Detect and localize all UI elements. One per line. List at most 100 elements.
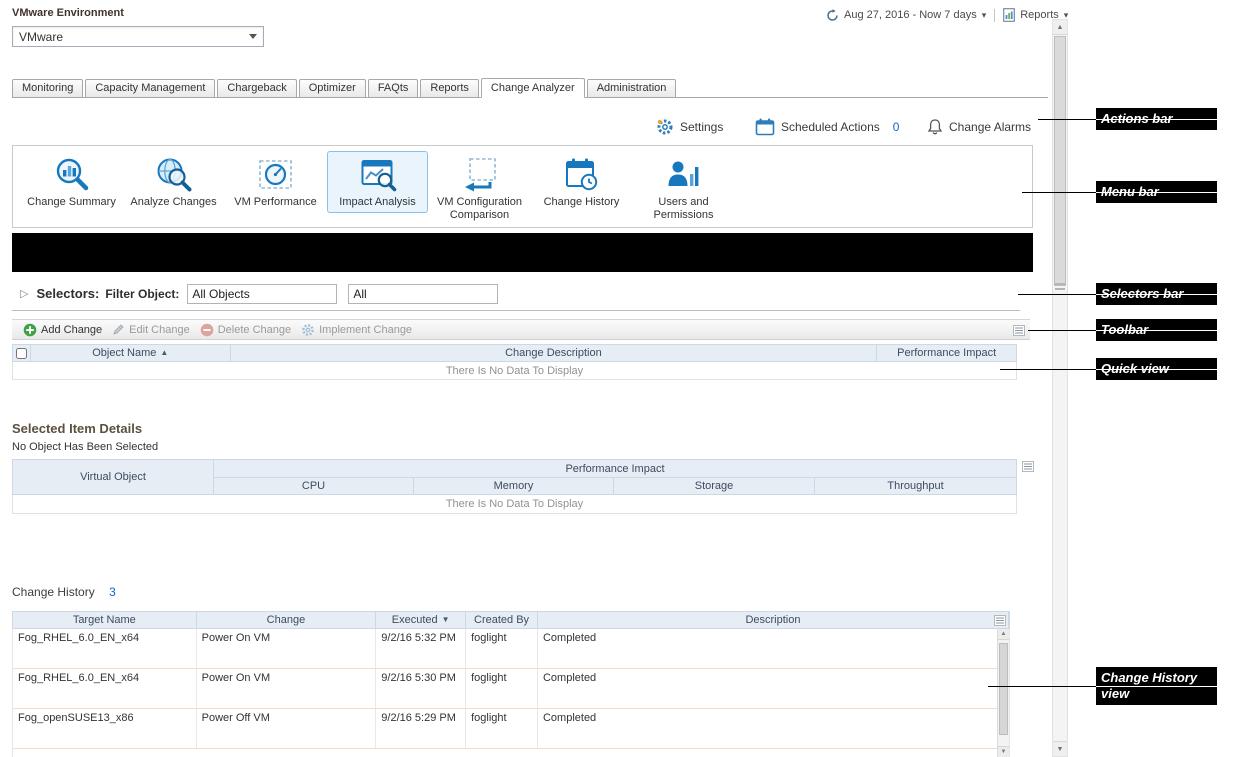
environment-dropdown[interactable]: VMware (12, 26, 264, 47)
scroll-up-icon[interactable]: ▲ (998, 629, 1009, 640)
scheduled-actions-count[interactable]: 0 (893, 120, 900, 134)
add-change-button[interactable]: Add Change (18, 320, 107, 339)
tab-change-analyzer[interactable]: Change Analyzer (481, 78, 585, 98)
column-header-performance-impact[interactable]: Performance Impact (877, 345, 1016, 361)
page-scrollbar[interactable]: ▲ ▼ (1052, 19, 1068, 757)
menu-item-users-and-permissions[interactable]: Users and Permissions (633, 151, 734, 226)
scrollbar-thumb[interactable] (999, 643, 1008, 735)
column-header-target-name[interactable]: Target Name (13, 612, 197, 628)
change-history-table: Target Name Change Executed ▼ Created By… (12, 611, 1010, 757)
callout-line-toolbar (1028, 330, 1096, 331)
annotation-selectors-bar: Selectors bar (1096, 283, 1217, 305)
menu-item-analyze-changes[interactable]: Analyze Changes (123, 151, 224, 213)
menu-item-change-history[interactable]: Change History (531, 151, 632, 213)
chevron-down-icon (249, 34, 257, 39)
tab-faqts[interactable]: FAQts (368, 79, 419, 97)
change-history-scrollbar[interactable]: ▲ ▼ (997, 629, 1009, 757)
quick-view-empty-message: There Is No Data To Display (12, 362, 1017, 380)
tab-monitoring[interactable]: Monitoring (12, 79, 83, 97)
scrollbar-grip (1055, 283, 1065, 290)
table-row[interactable]: Fog_openSUSE13_x86 Power Off VM 9/2/16 5… (13, 709, 1009, 749)
expander-icon[interactable]: ▷ (20, 287, 28, 300)
column-header-storage[interactable]: Storage (614, 478, 815, 494)
change-analyzer-menu-bar: Change Summary Analyze Changes VM Perfor… (12, 145, 1033, 228)
cell-change: Power On VM (197, 629, 377, 668)
change-alarms-label: Change Alarms (949, 120, 1031, 134)
column-header-throughput[interactable]: Throughput (815, 478, 1016, 494)
sort-desc-icon: ▼ (442, 616, 450, 624)
scroll-up-icon[interactable]: ▲ (1053, 20, 1067, 35)
scroll-down-icon[interactable]: ▼ (998, 746, 1009, 757)
toolbar-customizer-icon[interactable] (1013, 325, 1025, 339)
settings-button[interactable]: Settings (656, 113, 723, 141)
change-history-icon (562, 156, 602, 194)
tab-reports[interactable]: Reports (420, 79, 479, 97)
column-header-description[interactable]: Description (538, 612, 1009, 628)
cell-executed: 9/2/16 5:30 PM (376, 669, 466, 708)
delete-change-button[interactable]: Delete Change (195, 320, 296, 339)
selected-item-table-customizer-icon[interactable] (1022, 461, 1034, 475)
implement-change-button[interactable]: Implement Change (296, 320, 417, 339)
change-toolbar: Add Change Edit Change Delete Change Imp… (12, 319, 1030, 340)
filter-object-input[interactable] (187, 284, 337, 304)
pencil-icon (112, 323, 125, 336)
blackout-strip (12, 233, 1033, 272)
column-header-created-by[interactable]: Created By (466, 612, 538, 628)
column-header-change[interactable]: Change (197, 612, 377, 628)
cell-target-name: Fog_openSUSE13_x86 (13, 709, 197, 748)
tab-capacity-management[interactable]: Capacity Management (85, 79, 215, 97)
tab-chargeback[interactable]: Chargeback (217, 79, 296, 97)
column-header-change-description[interactable]: Change Description (231, 345, 878, 361)
edit-change-button[interactable]: Edit Change (107, 320, 195, 339)
calendar-icon (755, 118, 775, 136)
menu-item-change-summary[interactable]: Change Summary (21, 151, 122, 213)
menu-item-label: VM Configuration Comparison (432, 196, 527, 222)
column-header-virtual-object[interactable]: Virtual Object (13, 460, 214, 494)
table-row[interactable]: Fog_RHEL_6.0_EN_x64 Power On VM 9/2/16 5… (13, 629, 1009, 669)
change-history-customizer-icon[interactable] (994, 615, 1006, 629)
menu-item-vm-configuration-comparison[interactable]: VM Configuration Comparison (429, 151, 530, 226)
scrollbar-thumb[interactable] (1054, 36, 1066, 286)
tab-administration[interactable]: Administration (587, 79, 677, 97)
report-icon (1003, 8, 1015, 22)
cell-created-by: foglight (466, 629, 538, 668)
scheduled-actions-button[interactable]: Scheduled Actions 0 (755, 113, 899, 141)
time-range-control[interactable]: Aug 27, 2016 - Now 7 days ▾ (826, 9, 986, 22)
column-header-cpu[interactable]: CPU (214, 478, 414, 494)
scheduled-actions-label: Scheduled Actions (781, 120, 880, 134)
column-header-executed[interactable]: Executed ▼ (376, 612, 466, 628)
menu-item-impact-analysis[interactable]: Impact Analysis (327, 151, 428, 213)
tab-optimizer[interactable]: Optimizer (299, 79, 366, 97)
gear-icon (656, 118, 674, 136)
topbar-divider (994, 9, 995, 22)
callout-line-menu-bar (1022, 192, 1096, 193)
impact-analysis-icon (358, 156, 398, 194)
annotation-actions-bar: Actions bar (1096, 108, 1217, 130)
change-alarms-button[interactable]: Change Alarms (927, 113, 1031, 141)
cell-executed: 9/2/16 5:29 PM (376, 709, 466, 748)
column-group-performance-impact: Performance Impact (214, 460, 1016, 477)
chevron-down-icon: ▾ (982, 11, 987, 20)
delete-icon (200, 323, 214, 337)
cell-target-name: Fog_RHEL_6.0_EN_x64 (13, 629, 197, 668)
table-row[interactable]: Fog_RHEL_6.0_EN_x64 Power On VM 9/2/16 5… (13, 669, 1009, 709)
select-all-checkbox[interactable] (16, 348, 27, 359)
quick-view-table-header: Object Name ▲ Change Description Perform… (12, 344, 1017, 362)
cell-change: Power Off VM (197, 709, 377, 748)
change-history-count[interactable]: 3 (109, 585, 116, 599)
sort-asc-icon: ▲ (160, 349, 168, 357)
selectors-bar: ▷ Selectors: Filter Object: (12, 277, 1020, 311)
change-history-title: Change History 3 (12, 585, 116, 599)
cell-created-by: foglight (466, 669, 538, 708)
column-header-memory[interactable]: Memory (414, 478, 614, 494)
cell-change: Power On VM (197, 669, 377, 708)
implement-gear-icon (301, 323, 315, 337)
selected-item-status: No Object Has Been Selected (12, 441, 158, 453)
column-header-object-name[interactable]: Object Name ▲ (31, 345, 231, 361)
filter-object-label: Filter Object: (105, 287, 179, 301)
menu-item-vm-performance[interactable]: VM Performance (225, 151, 326, 213)
scroll-down-icon[interactable]: ▼ (1053, 741, 1067, 756)
users-and-permissions-icon (664, 156, 704, 194)
menu-item-label: Analyze Changes (130, 196, 216, 209)
filter-type-input[interactable] (348, 284, 498, 304)
